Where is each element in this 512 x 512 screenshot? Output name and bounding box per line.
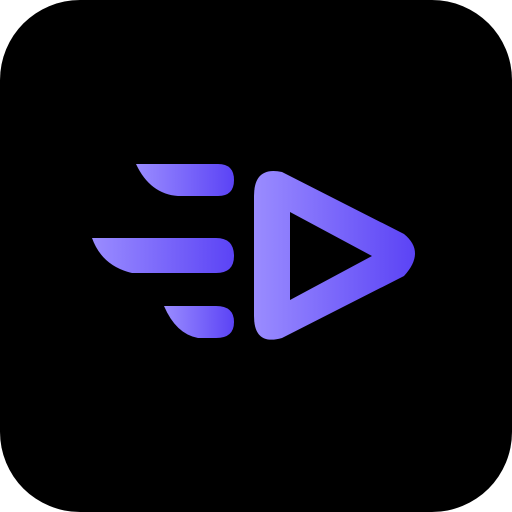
fast-forward-play-icon <box>0 0 512 512</box>
app-icon-canvas <box>0 0 512 512</box>
